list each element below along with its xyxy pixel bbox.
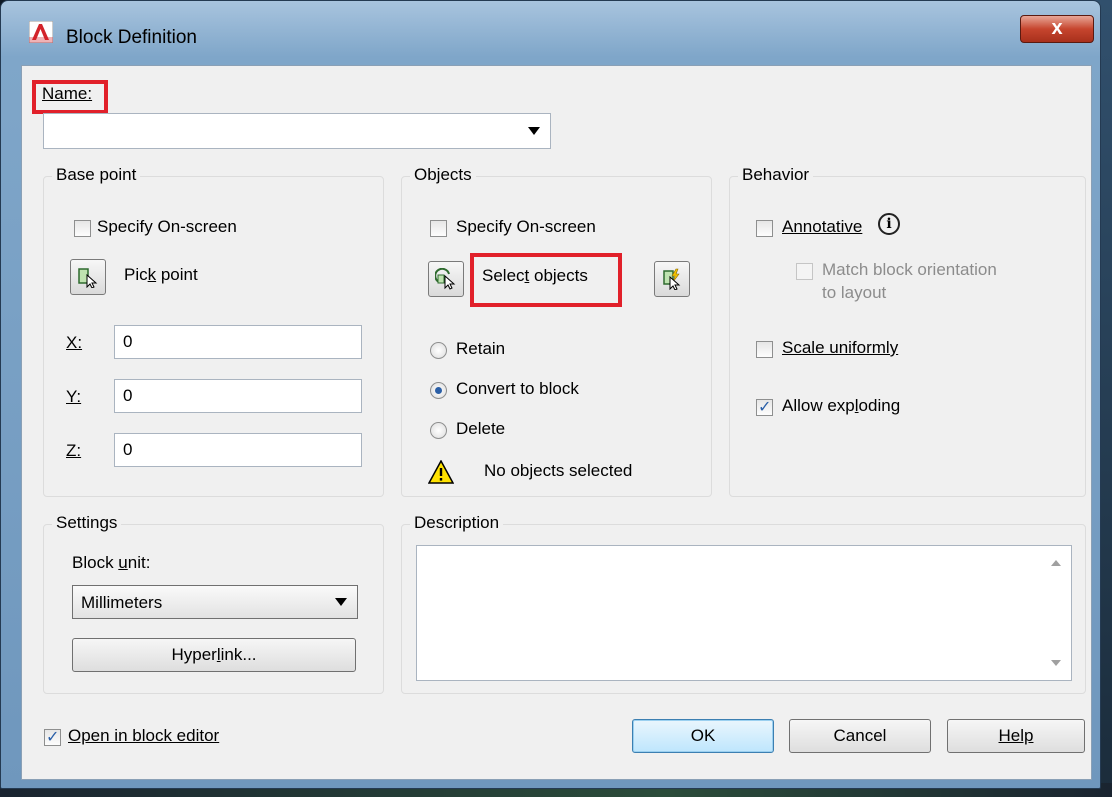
settings-group: Settings Block unit: Millimeters Hyperli…	[43, 513, 384, 694]
convert-to-block-label: Convert to block	[456, 379, 579, 398]
scale-uniformly-checkbox[interactable]	[756, 341, 773, 358]
base-specify-checkbox[interactable]	[74, 220, 91, 237]
match-orientation-checkbox[interactable]	[796, 263, 813, 280]
name-label-highlight	[32, 80, 108, 114]
settings-title: Settings	[52, 513, 122, 533]
y-field[interactable]: 0	[114, 379, 362, 413]
retain-label: Retain	[456, 339, 506, 358]
allow-exploding-checkbox[interactable]	[756, 397, 773, 416]
select-objects-icon	[435, 268, 456, 290]
open-in-editor-label: Open in block editor	[68, 726, 220, 745]
description-title: Description	[410, 513, 504, 533]
description-textarea[interactable]	[416, 545, 1072, 681]
x-label: X:	[66, 333, 83, 352]
pick-point-button[interactable]	[70, 259, 106, 295]
select-objects-button[interactable]	[428, 261, 464, 297]
allow-exploding-label: Allow exploding	[782, 396, 901, 415]
block-unit-label: Block unit:	[72, 553, 151, 572]
annotative-label: Annotative	[782, 217, 863, 236]
objects-status: No objects selected	[484, 461, 633, 480]
name-combobox[interactable]	[43, 113, 551, 149]
delete-label: Delete	[456, 419, 506, 438]
scroll-up-arrow-icon[interactable]	[1051, 560, 1061, 566]
block-definition-dialog: Block Definition x Name: Base point Spec…	[0, 0, 1101, 789]
cancel-button[interactable]: Cancel	[789, 719, 931, 753]
quick-select-button[interactable]	[654, 261, 690, 297]
delete-radio[interactable]	[430, 422, 447, 439]
match-orientation-label-line1: Match block orientation	[822, 260, 997, 279]
behavior-group: Behavior Annotative i Match block orient…	[729, 165, 1086, 497]
pick-point-icon	[78, 268, 98, 288]
chevron-down-icon[interactable]	[528, 127, 540, 135]
retain-radio[interactable]	[430, 342, 447, 359]
close-button[interactable]: x	[1020, 15, 1094, 43]
behavior-title: Behavior	[738, 165, 814, 185]
close-icon: x	[1051, 17, 1063, 39]
base-specify-label: Specify On-screen	[97, 217, 237, 236]
y-label: Y:	[66, 387, 82, 406]
scroll-down-arrow-icon[interactable]	[1051, 660, 1061, 666]
quick-select-icon	[663, 268, 681, 290]
z-label: Z:	[66, 441, 82, 460]
objects-specify-checkbox[interactable]	[430, 220, 447, 237]
convert-to-block-radio[interactable]	[430, 382, 447, 399]
info-icon[interactable]: i	[878, 213, 900, 235]
hyperlink-button[interactable]: Hyperlink...	[72, 638, 356, 672]
z-field[interactable]: 0	[114, 433, 362, 467]
block-unit-dropdown[interactable]: Millimeters	[72, 585, 358, 619]
description-group: Description	[401, 513, 1086, 694]
scale-uniformly-label: Scale uniformly	[782, 338, 899, 357]
objects-specify-label: Specify On-screen	[456, 217, 596, 236]
base-point-group: Base point Specify On-screen Pick point …	[43, 165, 384, 497]
pick-point-label: Pick point	[124, 265, 198, 284]
window-title: Block Definition	[66, 27, 197, 48]
dialog-client-area: Name: Base point Specify On-screen Pick …	[21, 65, 1092, 780]
block-unit-value: Millimeters	[81, 593, 163, 612]
title-bar[interactable]: Block Definition x	[1, 1, 1100, 65]
ok-button[interactable]: OK	[632, 719, 774, 753]
match-orientation-label-line2: to layout	[822, 283, 887, 302]
warning-icon	[428, 460, 454, 484]
x-field[interactable]: 0	[114, 325, 362, 359]
objects-group: Objects Specify On-screen Select objects	[401, 165, 712, 497]
objects-title: Objects	[410, 165, 476, 185]
open-in-editor-checkbox[interactable]	[44, 727, 61, 746]
base-point-title: Base point	[52, 165, 141, 185]
annotative-checkbox[interactable]	[756, 220, 773, 237]
help-button[interactable]: Help	[947, 719, 1085, 753]
chevron-down-icon[interactable]	[335, 598, 347, 606]
select-objects-highlight	[470, 253, 622, 307]
autocad-app-icon	[29, 21, 53, 43]
